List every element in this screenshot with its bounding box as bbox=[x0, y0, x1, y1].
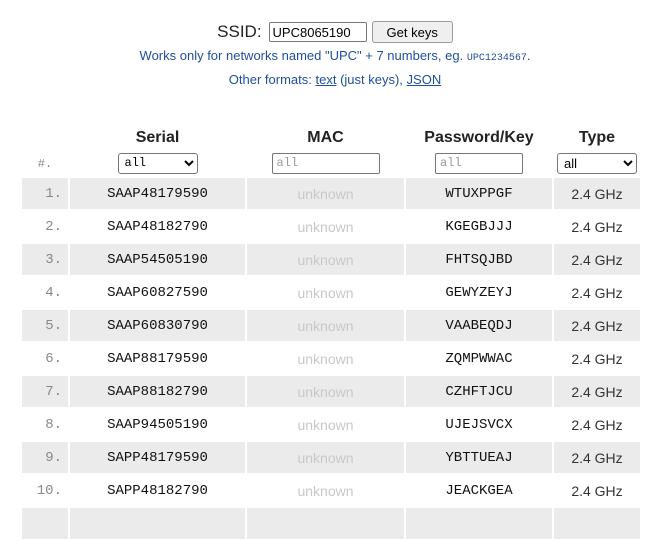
row-number: 9. bbox=[22, 442, 68, 473]
password-cell: KGEGBJJJ bbox=[445, 218, 513, 235]
serial-cell: SAAP48179590 bbox=[70, 178, 245, 209]
row-number: 7. bbox=[22, 376, 68, 407]
type-cell: 2.4 GHz bbox=[571, 350, 623, 367]
type-cell: 2.4 GHz bbox=[571, 416, 623, 433]
password-cell: WTUXPPGF bbox=[406, 178, 552, 209]
password-cell: VAABEQDJ bbox=[406, 310, 552, 341]
serial-cell: SAAP94505190 bbox=[107, 416, 208, 433]
ssid-input[interactable] bbox=[268, 22, 367, 42]
table-row: 6. SAAP88179590 unknown ZQMPWWAC 2.4 GHz bbox=[22, 343, 640, 374]
table-row: 1. SAAP48179590 unknown WTUXPPGF 2.4 GHz bbox=[22, 178, 640, 209]
table-row-partial bbox=[22, 508, 640, 539]
row-number: 6. bbox=[45, 350, 62, 367]
mac-cell: unknown bbox=[247, 178, 404, 209]
type-cell: 2.4 GHz bbox=[554, 310, 640, 341]
get-keys-button[interactable]: Get keys bbox=[371, 21, 453, 43]
filter-hash-cell: #. bbox=[22, 150, 68, 176]
header-row: Serial MAC Password/Key Type bbox=[22, 128, 640, 148]
mac-filter-input[interactable] bbox=[271, 152, 380, 174]
format-note-example: UPC1234567 bbox=[466, 53, 527, 64]
serial-filter-cell: all bbox=[70, 150, 245, 176]
mac-cell: unknown bbox=[297, 482, 354, 499]
mac-cell: unknown bbox=[297, 218, 354, 235]
mac-cell: unknown bbox=[297, 350, 354, 367]
table-row: 2. SAAP48182790 unknown KGEGBJJJ 2.4 GHz bbox=[22, 211, 640, 242]
row-number: 4. bbox=[45, 284, 62, 301]
row-number: 8. bbox=[45, 416, 62, 433]
type-filter-select[interactable]: all bbox=[557, 152, 637, 174]
ssid-form: SSID: Get keys bbox=[0, 20, 670, 44]
other-formats-label: Other formats: bbox=[228, 72, 312, 87]
header-password: Password/Key bbox=[424, 129, 534, 146]
header-type: Type bbox=[578, 129, 616, 146]
serial-cell: SAAP88179590 bbox=[107, 350, 208, 367]
password-cell: JEACKGEA bbox=[445, 482, 513, 499]
row-number: 5. bbox=[22, 310, 68, 341]
type-cell: 2.4 GHz bbox=[554, 442, 640, 473]
keys-table: Serial MAC Password/Key Type #. all all … bbox=[20, 126, 642, 541]
table-row: 4. SAAP60827590 unknown GEWYZEYJ 2.4 GHz bbox=[22, 277, 640, 308]
type-filter-cell: all bbox=[554, 150, 640, 176]
mac-cell: unknown bbox=[247, 310, 404, 341]
other-formats-middle: (just keys), bbox=[340, 72, 403, 87]
mac-cell: unknown bbox=[247, 376, 404, 407]
password-cell: UJEJSVCX bbox=[445, 416, 513, 433]
type-cell: 2.4 GHz bbox=[571, 284, 623, 301]
type-cell: 2.4 GHz bbox=[554, 376, 640, 407]
table-row: 3. SAAP54505190 unknown FHTSQJBD 2.4 GHz bbox=[22, 244, 640, 275]
mac-cell: unknown bbox=[297, 284, 354, 301]
format-note: Works only for networks named "UPC" + 7 … bbox=[0, 48, 670, 64]
row-number: 1. bbox=[22, 178, 68, 209]
hash-label: #. bbox=[37, 157, 53, 171]
header-mac: MAC bbox=[307, 129, 344, 146]
ssid-label: SSID: bbox=[217, 22, 262, 41]
other-formats: Other formats: text (just keys), JSON bbox=[0, 72, 670, 87]
serial-cell: SAAP60827590 bbox=[107, 284, 208, 301]
type-cell: 2.4 GHz bbox=[554, 178, 640, 209]
filter-row: #. all all bbox=[22, 150, 640, 176]
mac-cell: unknown bbox=[247, 244, 404, 275]
mac-filter-cell bbox=[247, 150, 404, 176]
serial-cell: SAAP60830790 bbox=[70, 310, 245, 341]
serial-cell: SAPP48182790 bbox=[107, 482, 208, 499]
row-number: 10. bbox=[36, 482, 62, 499]
header-num bbox=[22, 128, 68, 148]
format-note-end: . bbox=[526, 48, 531, 63]
password-cell: ZQMPWWAC bbox=[445, 350, 513, 367]
serial-cell: SAAP54505190 bbox=[70, 244, 245, 275]
password-filter-cell bbox=[406, 150, 552, 176]
table-row: 7. SAAP88182790 unknown CZHFTJCU 2.4 GHz bbox=[22, 376, 640, 407]
text-format-link[interactable]: text bbox=[315, 72, 336, 87]
password-filter-input[interactable] bbox=[435, 152, 523, 174]
table-row: 5. SAAP60830790 unknown VAABEQDJ 2.4 GHz bbox=[22, 310, 640, 341]
header-serial: Serial bbox=[135, 129, 180, 146]
serial-cell: SAAP48182790 bbox=[107, 218, 208, 235]
password-cell: YBTTUEAJ bbox=[406, 442, 552, 473]
row-number: 3. bbox=[22, 244, 68, 275]
type-cell: 2.4 GHz bbox=[571, 482, 623, 499]
mac-cell: unknown bbox=[247, 442, 404, 473]
table-row: 9. SAPP48179590 unknown YBTTUEAJ 2.4 GHz bbox=[22, 442, 640, 473]
serial-cell: SAPP48179590 bbox=[70, 442, 245, 473]
mac-cell: unknown bbox=[297, 416, 354, 433]
type-cell: 2.4 GHz bbox=[571, 218, 623, 235]
row-number: 2. bbox=[45, 218, 62, 235]
table-row: 10. SAPP48182790 unknown JEACKGEA 2.4 GH… bbox=[22, 475, 640, 506]
password-cell: GEWYZEYJ bbox=[445, 284, 513, 301]
password-cell: FHTSQJBD bbox=[406, 244, 552, 275]
json-format-link[interactable]: JSON bbox=[407, 72, 442, 87]
serial-filter-select[interactable]: all bbox=[117, 152, 198, 174]
table-row: 8. SAAP94505190 unknown UJEJSVCX 2.4 GHz bbox=[22, 409, 640, 440]
format-note-text: Works only for networks named "UPC" + 7 … bbox=[139, 48, 464, 63]
password-cell: CZHFTJCU bbox=[406, 376, 552, 407]
serial-cell: SAAP88182790 bbox=[70, 376, 245, 407]
type-cell: 2.4 GHz bbox=[554, 244, 640, 275]
